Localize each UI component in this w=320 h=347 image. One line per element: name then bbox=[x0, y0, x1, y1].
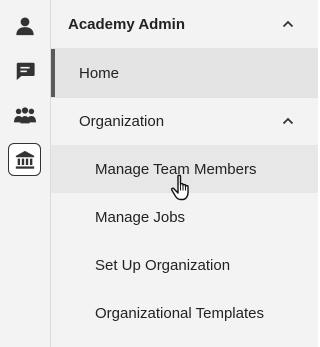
menu-item-label: Organizational Templates bbox=[95, 304, 264, 322]
admin-menu-panel: Academy Admin Home Organization Manage T… bbox=[51, 0, 318, 347]
section-title: Academy Admin bbox=[68, 15, 185, 33]
person-icon[interactable] bbox=[8, 9, 41, 42]
menu-item-label: Home bbox=[79, 64, 120, 82]
chevron-up-icon bbox=[282, 20, 294, 28]
team-icon[interactable] bbox=[8, 99, 41, 132]
institution-icon[interactable] bbox=[8, 143, 41, 176]
menu-item-label: Manage Jobs bbox=[95, 208, 186, 226]
menu-item-organization[interactable]: Organization bbox=[51, 97, 318, 145]
app-frame: Academy Admin Home Organization Manage T… bbox=[0, 0, 318, 347]
menu-item-organizational-templates[interactable]: Organizational Templates bbox=[51, 289, 318, 337]
menu-item-label: Manage Team Members bbox=[95, 160, 257, 178]
chat-icon[interactable] bbox=[8, 54, 41, 87]
icon-rail bbox=[0, 0, 51, 347]
academy-admin-section-header[interactable]: Academy Admin bbox=[51, 0, 318, 48]
menu-item-manage-team-members[interactable]: Manage Team Members bbox=[51, 145, 318, 193]
menu-item-manage-jobs[interactable]: Manage Jobs bbox=[51, 193, 318, 241]
menu-item-home[interactable]: Home bbox=[51, 49, 318, 97]
chevron-up-icon bbox=[282, 117, 294, 125]
menu-item-label: Organization bbox=[79, 112, 165, 130]
menu-item-set-up-organization[interactable]: Set Up Organization bbox=[51, 241, 318, 289]
menu-item-label: Set Up Organization bbox=[95, 256, 231, 274]
